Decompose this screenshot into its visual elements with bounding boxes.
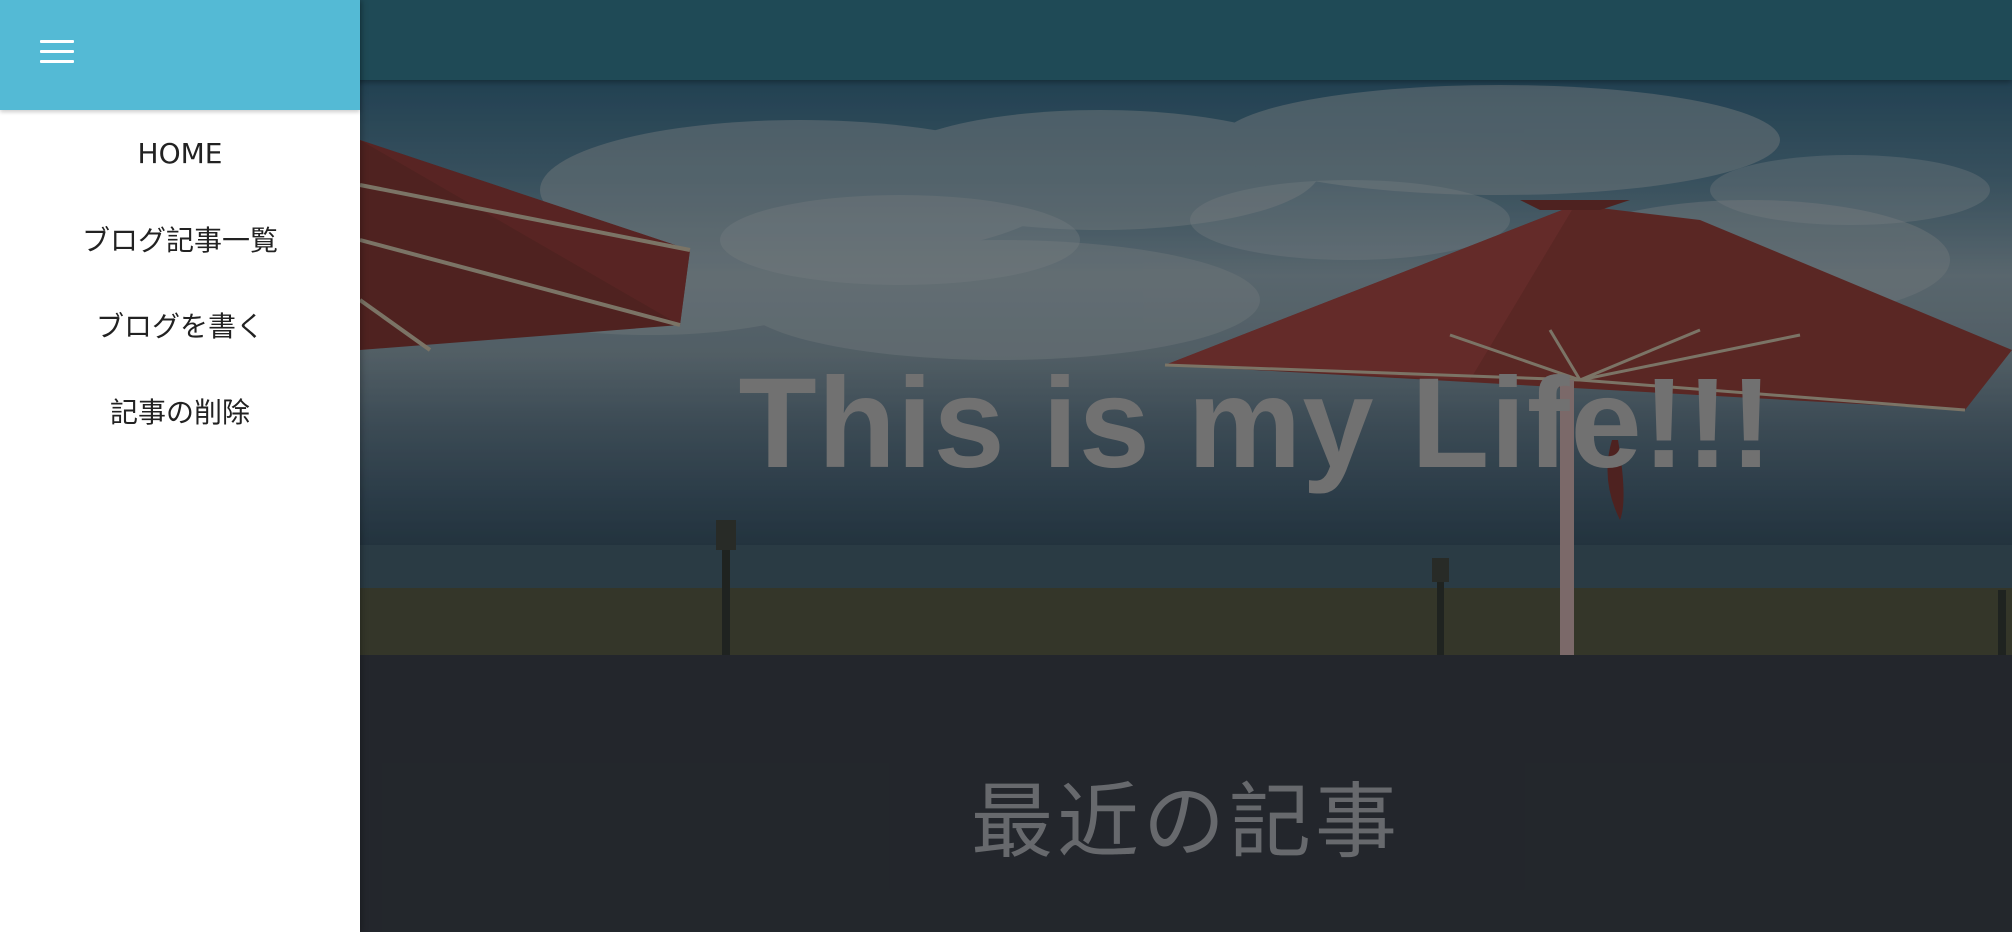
drawer-header — [0, 0, 360, 110]
nav-item-label: 記事の削除 — [109, 396, 250, 429]
nav-item-home[interactable]: HOME — [0, 110, 360, 196]
menu-bar-line — [40, 50, 74, 53]
nav-item-blog-list[interactable]: ブログ記事一覧 — [0, 196, 360, 282]
nav-item-label: ブログ記事一覧 — [81, 224, 278, 257]
drawer-nav-list: HOME ブログ記事一覧 ブログを書く 記事の削除 — [0, 110, 360, 454]
nav-item-label: ブログを書く — [95, 310, 264, 343]
nav-item-write-blog[interactable]: ブログを書く — [0, 282, 360, 368]
menu-bar-line — [40, 40, 74, 43]
nav-item-delete-article[interactable]: 記事の削除 — [0, 368, 360, 454]
side-drawer: HOME ブログ記事一覧 ブログを書く 記事の削除 — [0, 0, 360, 932]
recent-posts-heading: 最近の記事 — [970, 775, 1401, 870]
menu-bar-line — [40, 60, 74, 63]
hamburger-menu-icon[interactable] — [40, 38, 76, 66]
nav-item-label: HOME — [137, 136, 223, 170]
